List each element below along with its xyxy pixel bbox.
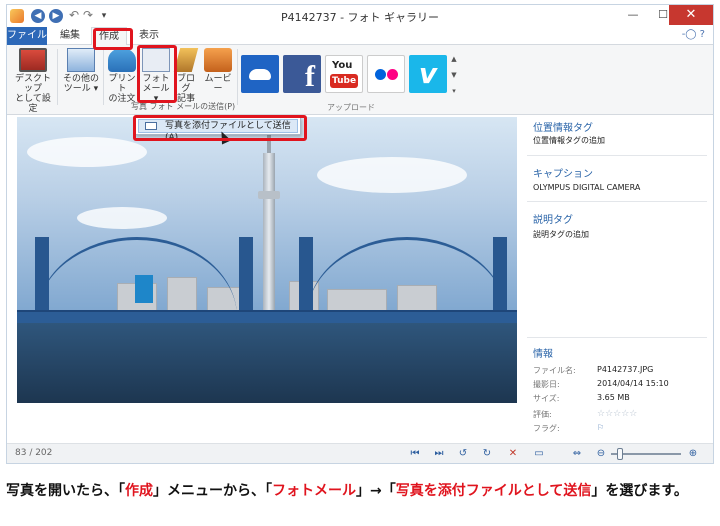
- divider: [527, 337, 707, 338]
- info-value-size: 3.65 MB: [597, 393, 630, 402]
- cloud: [317, 157, 467, 193]
- ribbon-create: デスクトップ として設定 その他の ツール ▾ プリント の注文 フォト メール…: [7, 45, 713, 115]
- onedrive-icon[interactable]: [241, 55, 279, 93]
- set-as-desktop-label-1: デスクトップ: [14, 74, 51, 94]
- ribbon-options[interactable]: -◯ ?: [682, 29, 705, 40]
- bridge-deck: [17, 310, 517, 323]
- caption-highlight-send-as-attachment: 写真を添付ファイルとして送信: [395, 483, 592, 499]
- geotag-add-link[interactable]: 位置情報タグの追加: [533, 135, 605, 146]
- set-as-desktop-button[interactable]: デスクトップ として設定: [11, 48, 55, 114]
- tab-file[interactable]: ファイル: [7, 27, 47, 45]
- divider: [527, 155, 707, 156]
- previous-icon[interactable]: ⏮: [407, 446, 423, 462]
- film-icon: [204, 48, 232, 72]
- fit-to-window-icon[interactable]: ⇔: [569, 446, 585, 462]
- details-pane: 位置情報タグ 位置情報タグの追加 キャプション OLYMPUS DIGITAL …: [521, 115, 713, 443]
- highlight-photo-email-button: [137, 45, 177, 103]
- description-tag-add-link[interactable]: 説明タグの追加: [533, 229, 589, 240]
- other-tools-label-1: その他の: [62, 74, 99, 84]
- zoom-out-icon[interactable]: ⊖: [593, 446, 609, 462]
- delete-icon[interactable]: ✕: [505, 446, 521, 462]
- instruction-caption: 写真を開いたら、「作成」メニューから、「フォトメール」→「写真を添付ファイルとし…: [6, 480, 716, 502]
- info-heading: 情報: [533, 349, 553, 360]
- info-key: フラグ:: [533, 424, 560, 433]
- bridge-pillar: [493, 237, 507, 317]
- slideshow-icon[interactable]: ▭: [531, 446, 547, 462]
- bridge-pillar: [239, 237, 253, 317]
- rotate-left-icon[interactable]: ↺: [455, 446, 471, 462]
- other-tools-button[interactable]: その他の ツール ▾: [61, 48, 101, 94]
- description-tag-heading: 説明タグ: [533, 215, 573, 226]
- caption-heading: キャプション: [533, 169, 593, 180]
- minimize-button[interactable]: —: [619, 5, 647, 25]
- flickr-icon[interactable]: [367, 55, 405, 93]
- rating-stars[interactable]: ☆☆☆☆☆: [597, 409, 637, 419]
- order-prints-label-1: プリント: [108, 74, 136, 94]
- highlight-send-as-attachment: [133, 115, 307, 141]
- caption-text: 写真を開いたら、「: [6, 483, 125, 499]
- flickr-pink-dot: [387, 69, 398, 80]
- tools-icon: [67, 48, 95, 72]
- cloud: [27, 137, 147, 167]
- info-key: サイズ:: [533, 394, 560, 403]
- youtube-icon[interactable]: You Tube: [325, 55, 363, 93]
- zoom-in-icon[interactable]: ⊕: [685, 446, 701, 462]
- movie-label-1: ムービー: [204, 74, 232, 94]
- ribbon-separator: [57, 49, 58, 105]
- ribbon-gallery-scroll[interactable]: ▲ ▼ ▾: [449, 51, 459, 101]
- other-tools-label-2: ツール ▾: [63, 84, 99, 94]
- highlight-create-tab: [93, 28, 133, 50]
- order-prints-button[interactable]: プリント の注文: [105, 48, 139, 104]
- caption-highlight-photo-email: フォトメール: [272, 483, 356, 499]
- info-key: 撮影日:: [533, 380, 560, 389]
- info-value-filename: P4142737.JPG: [597, 365, 654, 374]
- group-label-upload: アップロード: [327, 103, 375, 112]
- info-key: ファイル名:: [533, 366, 576, 375]
- next-icon[interactable]: ⏭: [431, 446, 447, 462]
- caption-value[interactable]: OLYMPUS DIGITAL CAMERA: [533, 183, 640, 192]
- tab-view[interactable]: 表示: [131, 27, 167, 45]
- caption-text: 」メニューから、「: [153, 483, 272, 499]
- flickr-blue-dot: [375, 69, 386, 80]
- skytree-tower: [263, 153, 275, 317]
- youtube-logo-text-1: You: [332, 60, 353, 71]
- divider: [527, 201, 707, 202]
- bridge-pillar: [35, 237, 49, 317]
- movie-button[interactable]: ムービー: [201, 48, 235, 94]
- info-key: 評価:: [533, 410, 552, 419]
- youtube-logo-text-2: Tube: [330, 74, 358, 88]
- status-bar: 83 / 202 ⏮ ⏭ ↺ ↻ ✕ ▭ ⇔ ⊖ ⊕: [7, 443, 713, 463]
- facebook-icon[interactable]: f: [283, 55, 321, 93]
- photo-view[interactable]: [17, 117, 517, 403]
- set-as-desktop-label-2: として設定: [15, 94, 51, 114]
- photo-gallery-window: ◀ ▶ ↶ ↷ ▾ P4142737 - フォト ギャラリー — ☐ ✕ ファイ…: [6, 4, 714, 464]
- close-button[interactable]: ✕: [669, 5, 713, 25]
- globe-icon: [108, 48, 136, 72]
- zoom-slider-thumb[interactable]: [617, 448, 623, 460]
- vimeo-icon[interactable]: v: [409, 55, 447, 93]
- geotag-heading: 位置情報タグ: [533, 123, 593, 134]
- rotate-right-icon[interactable]: ↻: [479, 446, 495, 462]
- bridge-pillar: [299, 237, 313, 317]
- caption-highlight-create: 作成: [125, 483, 153, 499]
- cloud: [77, 207, 167, 229]
- tab-edit[interactable]: 編集: [51, 27, 89, 45]
- tower-observation-deck: [258, 191, 280, 199]
- ribbon-separator: [237, 49, 238, 105]
- title-bar: ◀ ▶ ↶ ↷ ▾ P4142737 - フォト ギャラリー — ☐ ✕: [7, 5, 713, 27]
- photo-counter: 83 / 202: [15, 448, 53, 458]
- window-title: P4142737 - フォト ギャラリー: [280, 11, 440, 24]
- pen-icon: [173, 48, 199, 72]
- desktop-icon: [19, 48, 47, 72]
- caption-text: 」→「: [356, 483, 396, 499]
- ribbon-separator: [103, 49, 104, 105]
- info-value-date: 2014/04/14 15:10: [597, 379, 669, 388]
- river-water: [17, 323, 517, 403]
- caption-text: 」を選びます。: [591, 483, 688, 499]
- flag-icon[interactable]: ⚐: [597, 423, 604, 432]
